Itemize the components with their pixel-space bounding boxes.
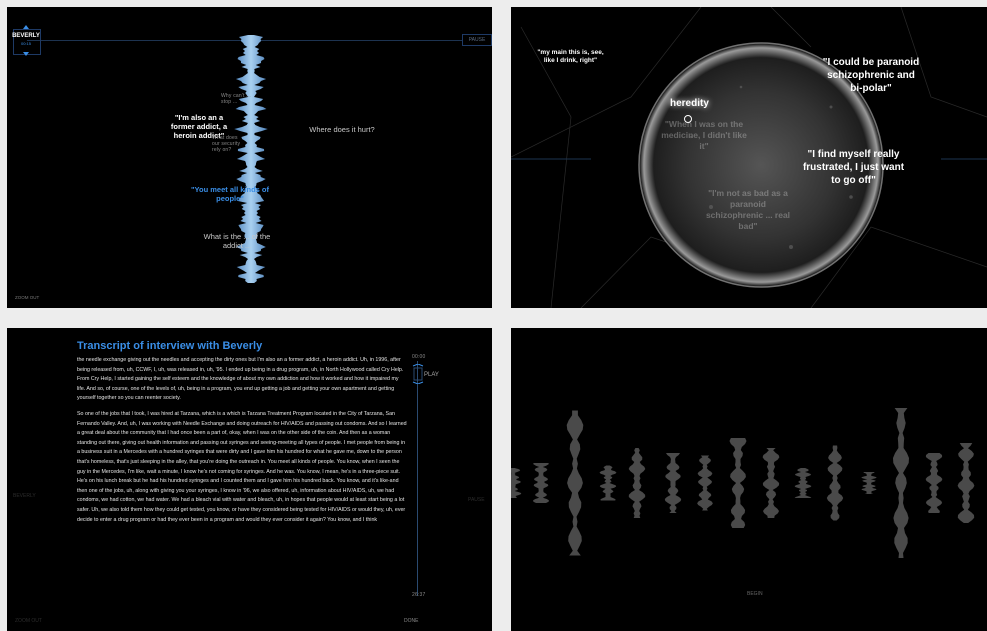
quote-where-hurt[interactable]: Where does it hurt? xyxy=(302,125,382,134)
interview-waveform[interactable] xyxy=(533,463,549,503)
chevron-up-icon[interactable] xyxy=(23,25,29,29)
interview-waveform[interactable] xyxy=(664,453,682,513)
ghost-pause: PAUSE xyxy=(468,497,485,503)
interviews-overview-panel: BEGIN xyxy=(511,328,987,631)
quote-medicine[interactable]: "When I was on the medicine, I didn't li… xyxy=(659,119,749,152)
done-button[interactable]: DONE xyxy=(404,618,418,624)
waveform-view-panel: BEVERLY 00:15 PAUSE "I'm also an a forme… xyxy=(7,7,492,308)
interview-waveform[interactable] xyxy=(794,468,812,498)
quote-paranoid[interactable]: "I could be paranoid schizophrenic and b… xyxy=(821,56,921,95)
interview-waveform[interactable] xyxy=(957,443,975,523)
transcript-title: Transcript of interview with Beverly xyxy=(77,340,263,352)
interview-waveform[interactable] xyxy=(893,408,909,558)
quote-not-as-bad[interactable]: "I'm not as bad as a paranoid schizophre… xyxy=(703,188,793,232)
quote-small-why[interactable]: Why can't ... stop ... xyxy=(221,93,261,105)
chevron-down-icon[interactable] xyxy=(23,52,29,56)
timeline-end-time: 26:37 xyxy=(412,592,426,598)
begin-button[interactable]: BEGIN xyxy=(747,591,763,597)
interview-waveform[interactable] xyxy=(628,448,646,518)
person-name: BEVERLY xyxy=(12,33,40,39)
quote-what-is[interactable]: What is the ... of the addict ... xyxy=(202,232,272,250)
topic-sphere-panel: "my main this is, see, like I drink, rig… xyxy=(511,7,987,308)
pause-button[interactable]: PAUSE xyxy=(462,34,492,46)
timeline-start-time: 00:00 xyxy=(412,354,426,360)
ghost-zoom-out: ZOOM OUT xyxy=(15,618,42,624)
ghost-person-name: BEVERLY xyxy=(13,493,36,499)
transcript-paragraph: the needle exchange giving out the needl… xyxy=(77,357,404,402)
current-time: 00:15 xyxy=(20,41,31,46)
quote-drink[interactable]: "my main this is, see, like I drink, rig… xyxy=(533,49,608,65)
interview-waveforms[interactable] xyxy=(511,328,987,631)
transcript-panel: Transcript of interview with Beverly the… xyxy=(7,328,492,631)
interview-waveform[interactable] xyxy=(511,468,522,498)
topic-heredity[interactable]: heredity xyxy=(670,98,709,109)
interview-waveform[interactable] xyxy=(925,453,943,513)
quote-frustrated[interactable]: "I find myself really frustrated, I just… xyxy=(801,148,906,187)
interview-waveform[interactable] xyxy=(762,448,780,518)
playhead-marker-icon[interactable] xyxy=(412,364,424,384)
transcript-paragraph: So one of the jobs that I took, I was hi… xyxy=(77,410,407,523)
interview-waveform[interactable] xyxy=(826,445,844,521)
transcript-scrubber[interactable] xyxy=(417,361,418,596)
interview-waveform[interactable] xyxy=(697,455,713,511)
transcript-body[interactable]: the needle exchange giving out the needl… xyxy=(77,356,407,531)
zoom-out-button[interactable]: ZOOM OUT xyxy=(15,295,39,300)
interview-waveform[interactable] xyxy=(861,472,877,494)
play-button[interactable]: PLAY xyxy=(424,372,439,378)
interview-waveform[interactable] xyxy=(729,438,747,528)
quote-small-security[interactable]: What does our security rely on? xyxy=(212,135,242,153)
quote-meet-all-kinds[interactable]: "You meet all kinds of people" xyxy=(190,185,270,203)
interview-waveform[interactable] xyxy=(566,410,584,556)
interview-waveform[interactable] xyxy=(599,465,617,501)
